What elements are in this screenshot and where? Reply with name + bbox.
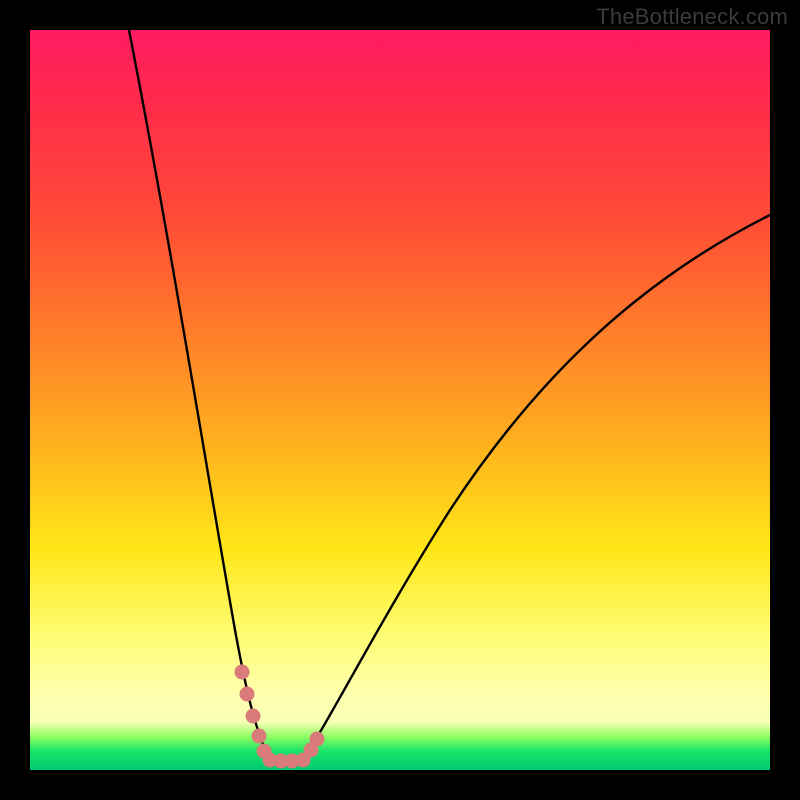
bottleneck-curve (129, 30, 770, 761)
marker-dot (246, 709, 261, 724)
marker-dot (310, 732, 325, 747)
watermark-text: TheBottleneck.com (596, 4, 788, 30)
curve-right-branch (302, 215, 770, 761)
highlighted-points (235, 665, 325, 769)
chart-frame: TheBottleneck.com (0, 0, 800, 800)
marker-dot (252, 729, 267, 744)
marker-dot (235, 665, 250, 680)
plot-area (30, 30, 770, 770)
curve-layer (30, 30, 770, 770)
marker-dot (240, 687, 255, 702)
curve-left-branch (129, 30, 270, 760)
